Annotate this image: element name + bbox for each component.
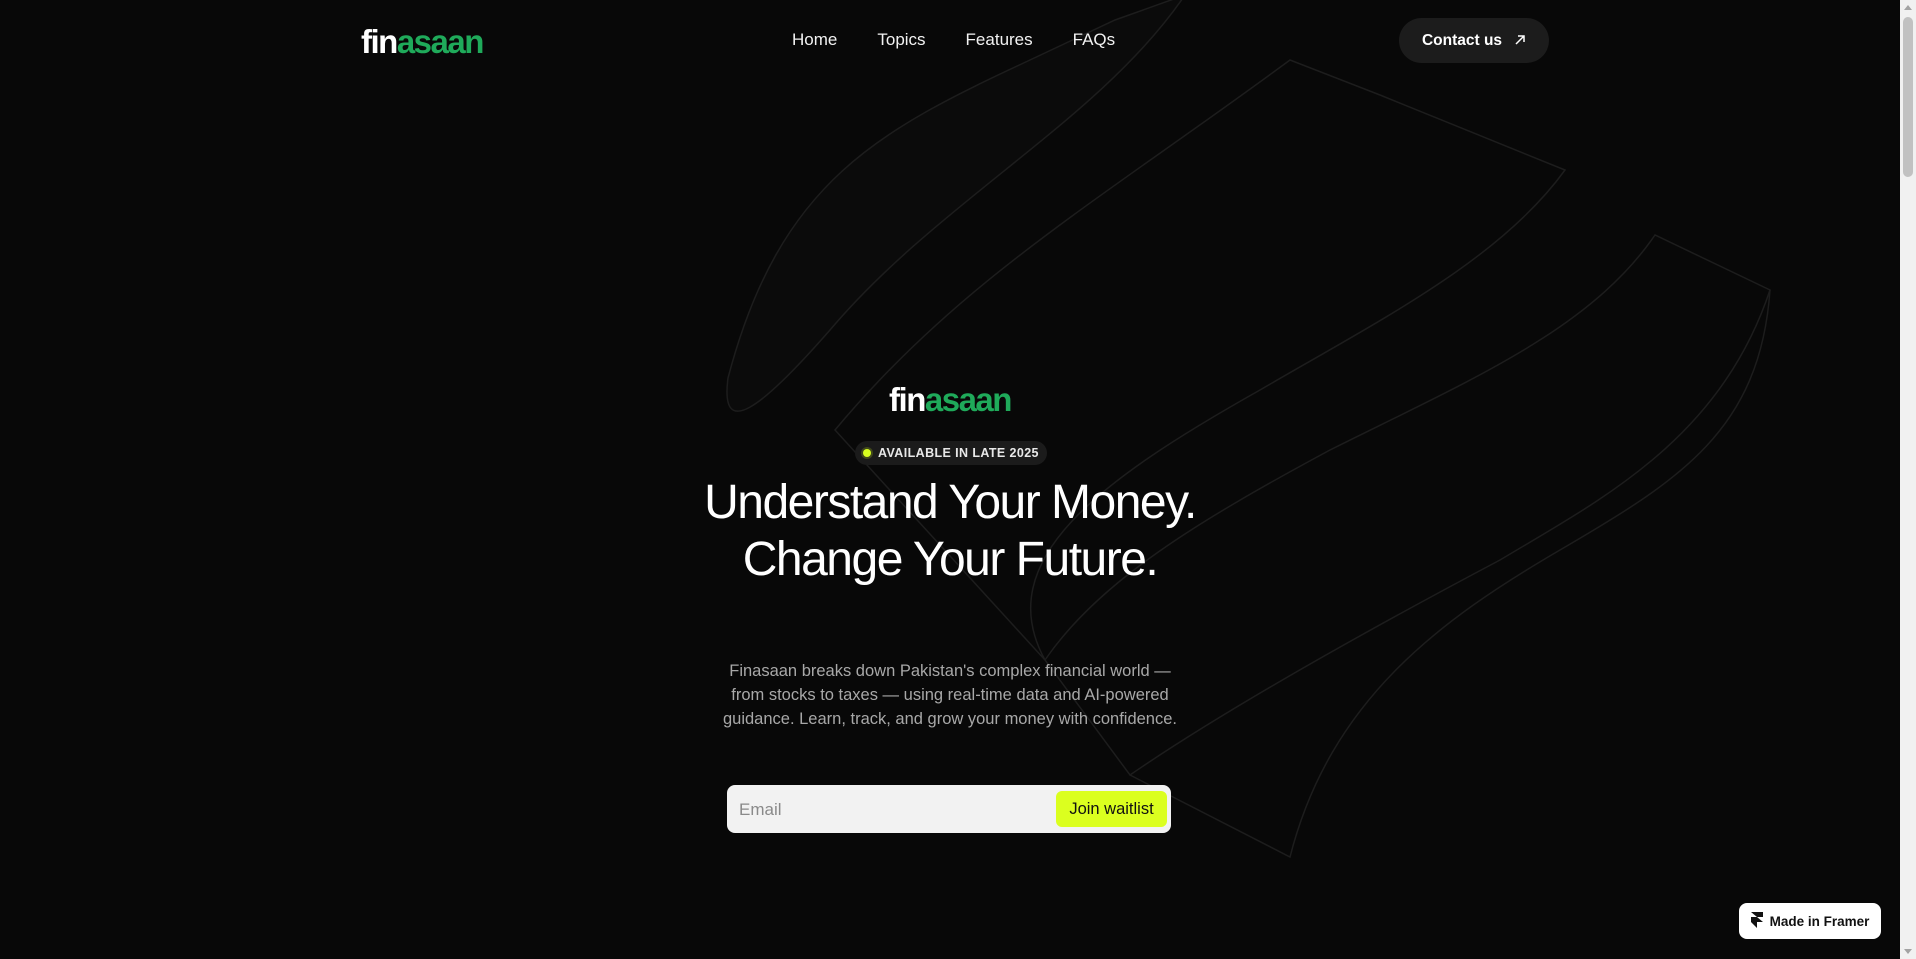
page-scrollbar[interactable]	[1900, 0, 1916, 959]
nav-home[interactable]: Home	[792, 28, 837, 52]
status-dot-icon	[863, 449, 871, 457]
contact-label: Contact us	[1421, 31, 1503, 49]
availability-badge: AVAILABLE IN LATE 2025	[855, 441, 1047, 465]
join-waitlist-button[interactable]: Join waitlist	[1056, 791, 1167, 827]
nav-topics[interactable]: Topics	[877, 28, 925, 52]
nav-faqs[interactable]: FAQs	[1073, 28, 1116, 52]
arrow-up-right-icon	[1514, 32, 1526, 49]
made-in-framer-badge[interactable]: Made in Framer	[1739, 903, 1881, 939]
scroll-down-arrow-icon[interactable]	[1904, 949, 1912, 954]
scroll-thumb[interactable]	[1903, 17, 1913, 177]
hero-logo: finasaan	[0, 380, 1900, 420]
hero-headline: Understand Your Money. Change Your Futur…	[704, 476, 1197, 586]
scroll-up-arrow-icon[interactable]	[1904, 5, 1912, 10]
top-nav: finasaan Home Topics Features FAQs Conta…	[0, 0, 1900, 82]
email-input[interactable]	[737, 793, 1041, 827]
waitlist-form: Join waitlist	[727, 785, 1171, 833]
hero-logo-fin: fin	[889, 381, 926, 418]
nav-menu: Home Topics Features FAQs	[792, 28, 1115, 52]
logo-fin: fin	[361, 23, 398, 60]
hero-logo-asaan: asaan	[924, 381, 1013, 418]
badge-label: AVAILABLE IN LATE 2025	[878, 446, 1039, 460]
brand-logo[interactable]: finasaan	[361, 22, 485, 62]
contact-button[interactable]: Contact us	[1399, 18, 1549, 63]
hero-subtext: Finasaan breaks down Pakistan's complex …	[722, 662, 1177, 728]
framer-icon	[1750, 911, 1763, 931]
framer-badge-label: Made in Framer	[1769, 913, 1870, 929]
nav-features[interactable]: Features	[966, 28, 1033, 52]
logo-asaan: asaan	[396, 23, 485, 60]
